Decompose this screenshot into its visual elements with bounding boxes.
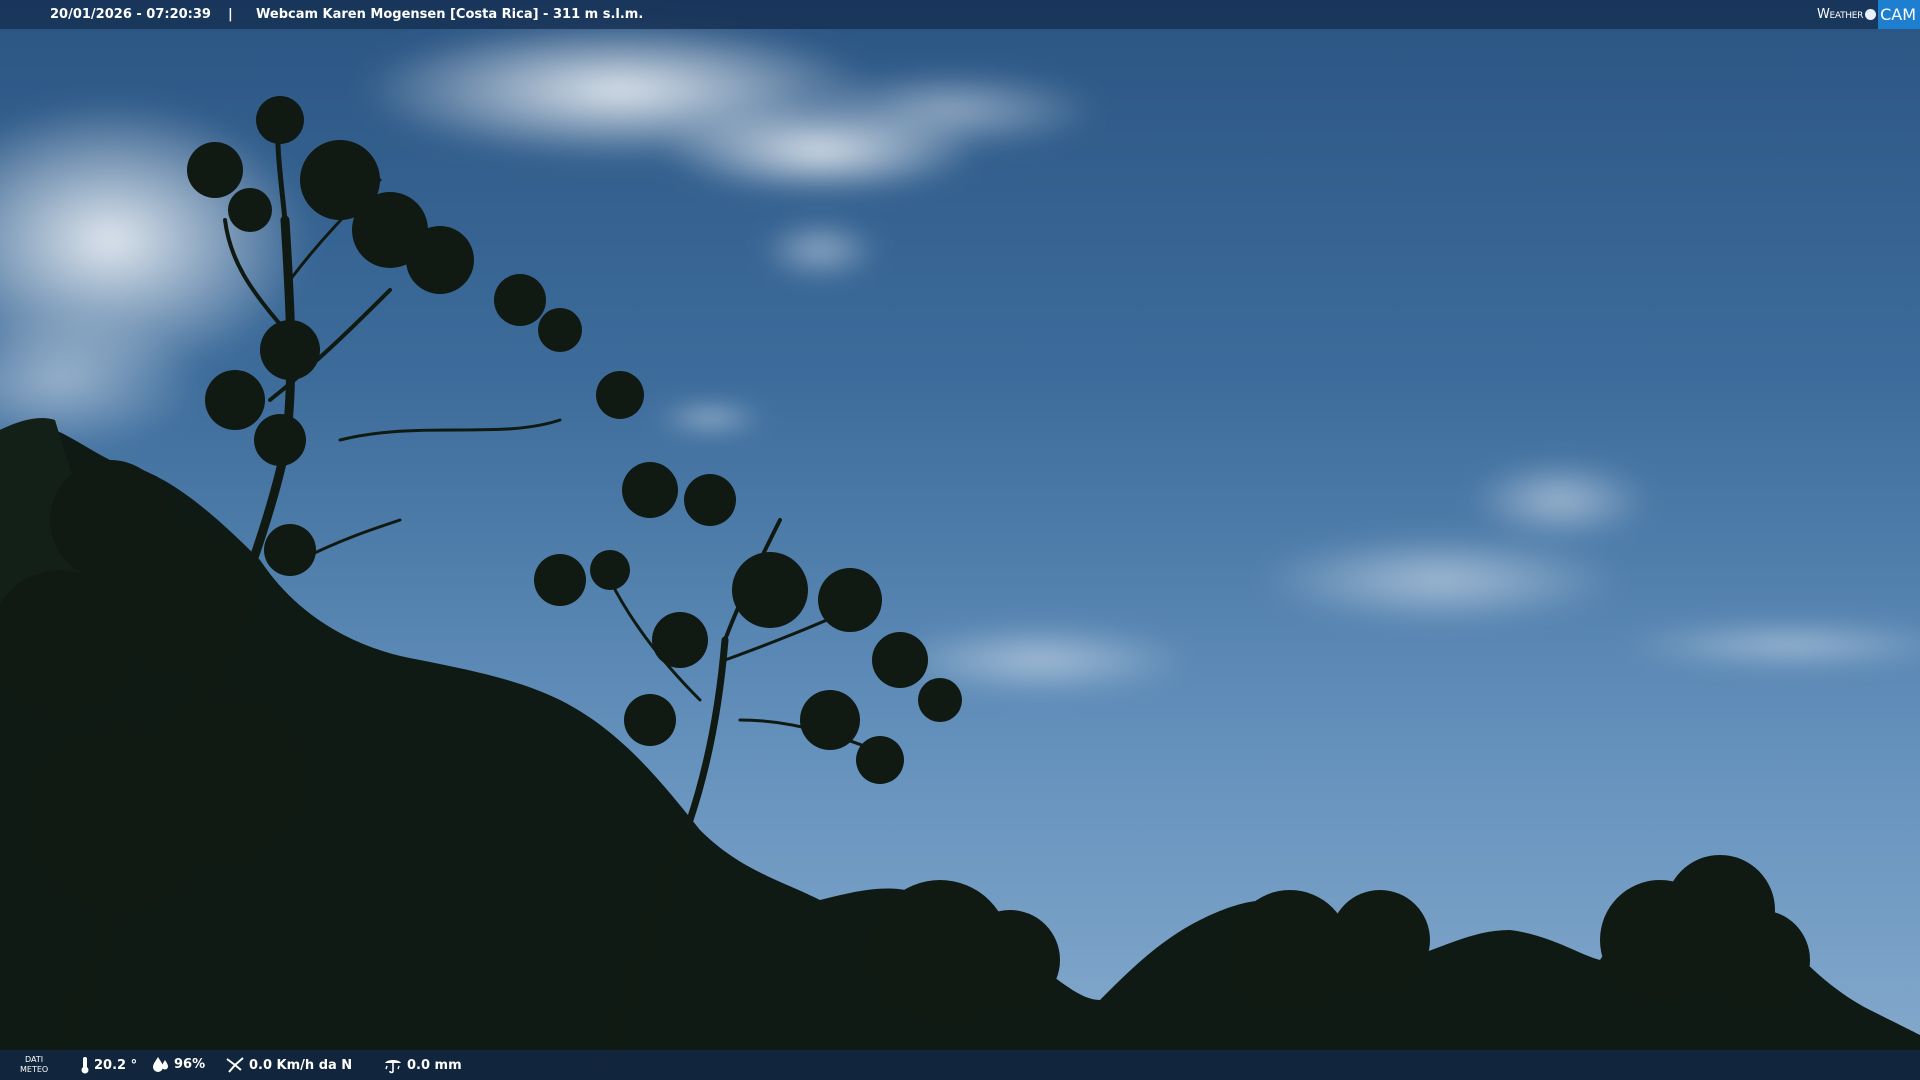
meteo-label-line2: METEO [20, 1065, 49, 1074]
rain-gauge-icon [385, 1060, 401, 1074]
temperature-value: 20.2 ° [94, 1057, 138, 1073]
wind-icon [226, 1057, 244, 1073]
webcam-image [0, 0, 1920, 1080]
wind-reading: 0.0 Km/h da N [225, 1056, 352, 1074]
meteo-data-bar: DATI METEO 20.2 ° 96% 0.0 Km/h da N 0.0 … [0, 1050, 1920, 1080]
webcam-view: 20/01/2026 - 07:20:39 | Webcam Karen Mog… [0, 0, 1920, 1080]
brand-dot-icon [1865, 9, 1877, 20]
top-info-bar: 20/01/2026 - 07:20:39 | Webcam Karen Mog… [0, 0, 1920, 29]
meteo-label-line1: DATI [25, 1055, 44, 1064]
brand-logo: Weather CAM [1808, 0, 1920, 29]
wind-value: 0.0 Km/h da N [249, 1057, 353, 1073]
brand-weather-text: Weather [1816, 7, 1864, 22]
temperature-reading: 20.2 ° [80, 1056, 137, 1074]
timestamp: 20/01/2026 - 07:20:39 [50, 7, 211, 22]
humidity-drop-icon [153, 1057, 168, 1072]
rain-reading: 0.0 mm [383, 1056, 462, 1074]
thermometer-icon [81, 1057, 89, 1074]
brand-cam-text: CAM [1878, 0, 1920, 29]
meteo-label: DATI METEO [20, 1055, 48, 1075]
rain-value: 0.0 mm [407, 1057, 462, 1073]
header-separator: | [228, 7, 233, 22]
humidity-value: 96% [174, 1056, 206, 1072]
webcam-title: Webcam Karen Mogensen [Costa Rica] - 311… [256, 7, 644, 22]
humidity-reading: 96% [152, 1056, 205, 1072]
